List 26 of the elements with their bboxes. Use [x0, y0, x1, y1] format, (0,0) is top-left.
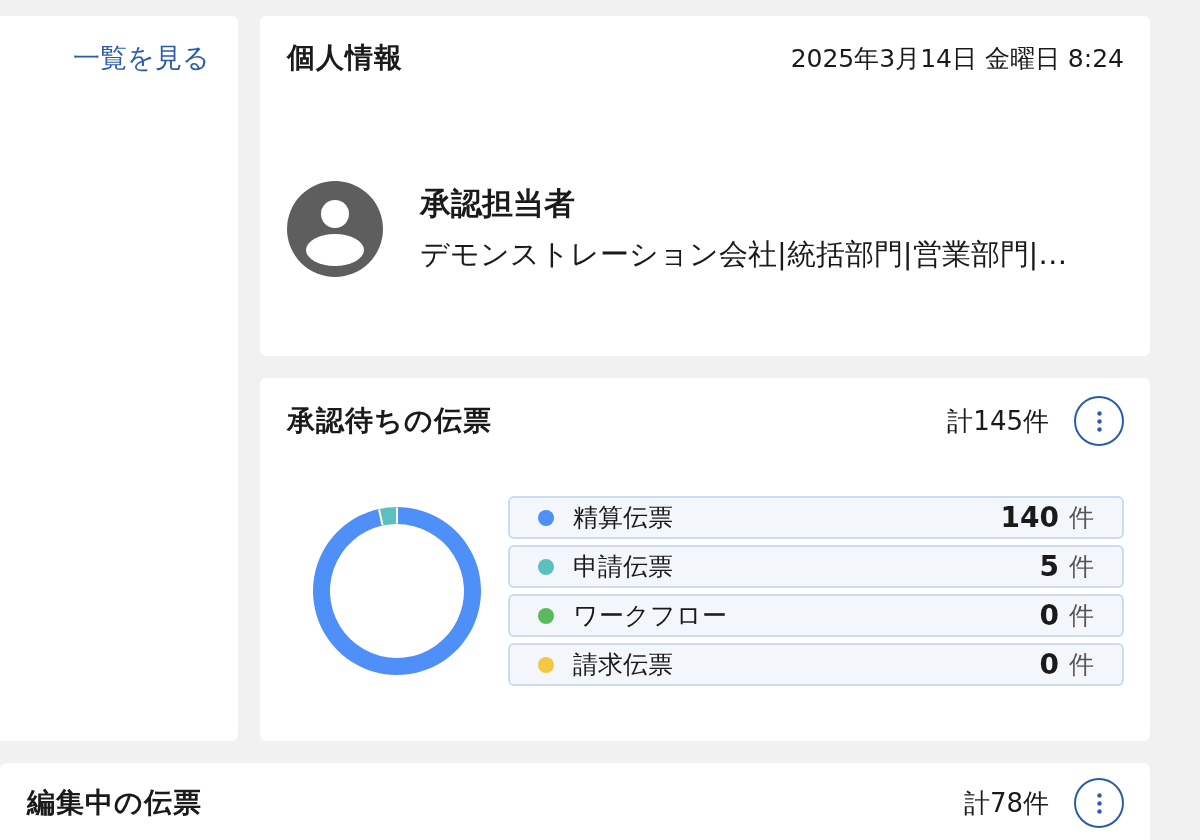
legend-count: 0	[1039, 648, 1059, 681]
unit-label: 件	[1069, 649, 1094, 681]
more-icon	[1096, 410, 1102, 432]
unit-label: 件	[1069, 600, 1094, 632]
view-all-link[interactable]: 一覧を見る	[73, 38, 210, 78]
card-title: 個人情報	[287, 40, 403, 76]
legend-label: ワークフロー	[573, 600, 727, 632]
legend-count: 140	[1000, 501, 1059, 534]
date-time: 2025年3月14日 金曜日 8:24	[790, 42, 1124, 75]
legend-count: 5	[1039, 550, 1059, 583]
legend-label: 精算伝票	[573, 502, 673, 534]
user-name: 承認担当者	[420, 184, 575, 223]
more-icon	[1096, 792, 1102, 814]
more-button[interactable]	[1074, 778, 1124, 828]
more-button[interactable]	[1074, 396, 1124, 446]
total-count: 計145件	[947, 404, 1049, 438]
card-title: 編集中の伝票	[27, 785, 202, 821]
unit-label: 件	[1069, 551, 1094, 583]
total-count: 計78件	[963, 786, 1049, 820]
legend-label: 請求伝票	[573, 649, 673, 681]
card-title: 承認待ちの伝票	[287, 403, 492, 439]
legend-label: 申請伝票	[573, 551, 673, 583]
organization-text: デモンストレーション会社|統括部門|営業部門|…	[420, 236, 1068, 273]
avatar-icon	[287, 181, 383, 277]
legend-count: 0	[1039, 599, 1059, 632]
unit-label: 件	[1069, 502, 1094, 534]
